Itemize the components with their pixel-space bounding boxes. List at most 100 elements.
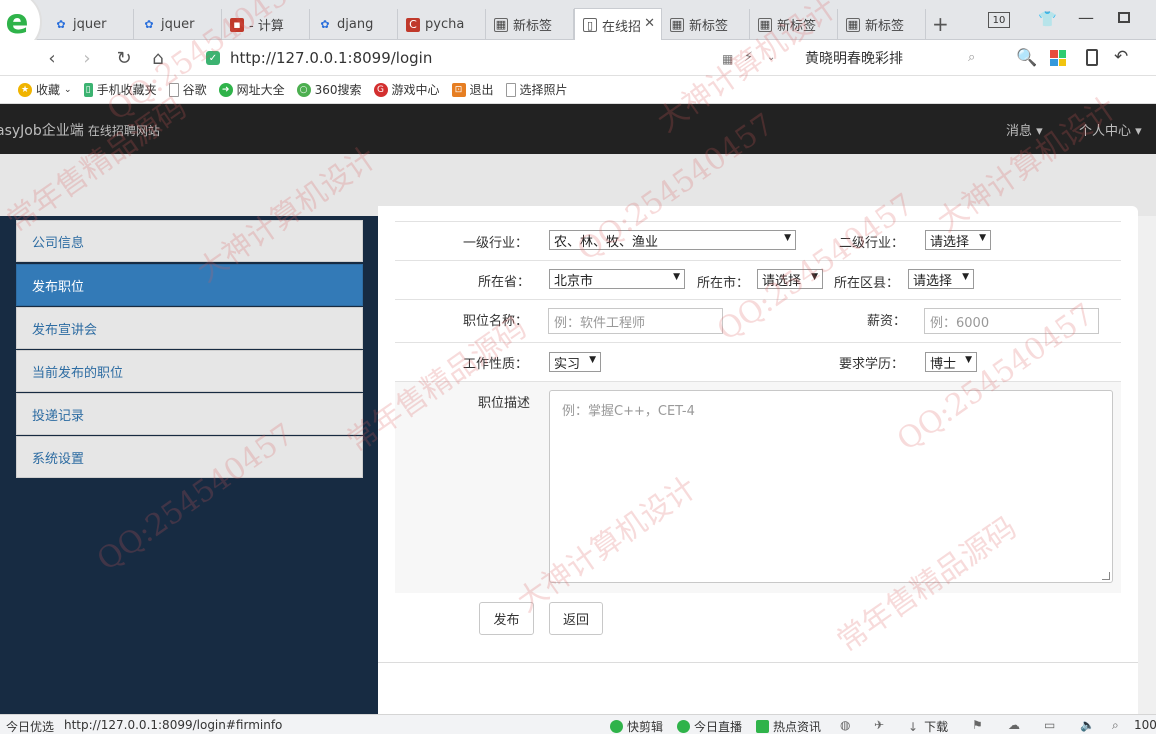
browser-tab[interactable]: ▦ 新标签 — [838, 9, 926, 40]
status-item-news[interactable]: 热点资讯 — [756, 718, 821, 735]
bookmark-item[interactable]: 选择照片 — [505, 81, 568, 98]
messages-menu[interactable]: 消息 ▾ — [1006, 120, 1043, 139]
salary-input[interactable]: 例：6000 — [924, 308, 1099, 334]
back-button[interactable]: 返回 — [549, 602, 603, 635]
province-select[interactable]: 北京市 ▼ — [549, 269, 685, 289]
app-header: asyJob企业端 在线招聘网站 消息 ▾ 个人中心 ▾ — [0, 104, 1156, 154]
browser-tab[interactable]: ▦ 新标签 — [486, 9, 574, 40]
province-label: 所在省： — [478, 275, 531, 290]
star-icon: ★ — [18, 82, 32, 97]
page-icon: ▯ — [583, 18, 597, 32]
flash-icon[interactable]: ⚡ — [744, 50, 753, 65]
bookmark-item[interactable]: ▯ 手机收藏夹 — [83, 81, 157, 98]
status-item-quickcut[interactable]: 快剪辑 — [610, 718, 663, 735]
grid-icon: ▦ — [494, 17, 508, 32]
phone-icon[interactable] — [1086, 49, 1098, 66]
jobname-input[interactable]: 例：软件工程师 — [548, 308, 723, 334]
grid-icon: ▦ — [670, 17, 684, 32]
bookmark-item[interactable]: ○ 360搜索 — [296, 81, 362, 98]
address-bar[interactable]: ✓ http://127.0.0.1:8099/login — [200, 45, 790, 71]
browser-nav-bar: ‹ › ↻ ⌂ ✓ http://127.0.0.1:8099/login ▦ … — [0, 40, 1156, 76]
industry1-value: 农、林、牧、渔业 — [554, 234, 659, 250]
city-label: 所在市： — [697, 276, 750, 291]
sidebar-item-post-job[interactable]: 发布职位 — [16, 264, 363, 306]
industry2-label: 二级行业： — [839, 236, 905, 251]
bookmark-item[interactable]: ★ 收藏 ⌄ — [18, 81, 72, 98]
speaker-icon[interactable]: 🔈 — [1080, 718, 1095, 732]
industry1-select[interactable]: 农、林、牧、渔业 ▼ — [549, 230, 796, 250]
chevron-down-icon[interactable]: ⌄ — [767, 52, 775, 63]
magnifier-icon[interactable]: 🔍 — [1016, 48, 1037, 68]
undo-icon[interactable]: ↶ — [1114, 47, 1128, 67]
desc-label: 职位描述 — [478, 396, 531, 411]
resize-grip-icon[interactable] — [1102, 572, 1110, 580]
status-item-live[interactable]: 今日直播 — [677, 718, 742, 735]
flag-icon[interactable]: ⚑ — [972, 718, 983, 732]
search-icon[interactable]: ⌕ — [968, 50, 975, 65]
sidebar-item-company-info[interactable]: 公司信息 — [16, 220, 363, 262]
forward-icon[interactable]: › — [75, 46, 99, 70]
bookmark-label: 退出 — [469, 83, 494, 97]
zoom-level[interactable]: 100 — [1134, 718, 1156, 732]
panel-top-edge — [378, 206, 1138, 216]
search-input[interactable]: 黄晓明春晚彩排 — [795, 45, 995, 71]
submit-button[interactable]: 发布 — [479, 602, 534, 635]
status-link-url: http://127.0.0.1:8099/login#firminfo — [64, 718, 283, 732]
maximize-icon[interactable] — [1118, 12, 1130, 23]
bookmark-item[interactable]: ⊡ 退出 — [451, 81, 494, 98]
home-icon[interactable]: ⌂ — [146, 46, 170, 70]
city-select[interactable]: 请选择 ▼ — [757, 269, 823, 289]
paw-icon: ✿ — [320, 18, 330, 31]
profile-menu[interactable]: 个人中心 ▾ — [1079, 120, 1142, 139]
nature-value: 实习 — [554, 356, 581, 372]
close-icon[interactable]: ✕ — [644, 16, 655, 31]
back-icon[interactable]: ‹ — [40, 46, 64, 70]
browser-tab[interactable]: ✿ jquer — [46, 9, 134, 40]
browser-tab[interactable]: ▦ 新标签 — [662, 9, 750, 40]
browser-tab[interactable]: ▪ - 计算 — [222, 9, 310, 40]
dropdown-arrow-icon: ▼ — [589, 355, 596, 365]
nature-select[interactable]: 实习 ▼ — [549, 352, 601, 372]
browser-tab[interactable]: ✿ jquer — [134, 9, 222, 40]
sidebar-item-post-seminar[interactable]: 发布宣讲会 — [16, 307, 363, 349]
browser-tab[interactable]: C pycha — [398, 9, 486, 40]
brand[interactable]: asyJob企业端 在线招聘网站 — [0, 120, 160, 140]
status-left-label[interactable]: 今日优选 — [6, 718, 54, 735]
sidebar-item-applications[interactable]: 投递记录 — [16, 393, 363, 435]
city-value: 请选择 — [762, 273, 802, 289]
chevron-down-icon: ⌄ — [64, 84, 72, 95]
tab-count-badge[interactable]: 10 — [988, 12, 1010, 28]
desc-textarea[interactable]: 例：掌握C++，CET-4 — [549, 390, 1113, 583]
rocket-icon[interactable]: ✈ — [874, 718, 884, 732]
brand-name: asyJob企业端 — [0, 123, 84, 139]
bookmark-item[interactable]: ➜ 网址大全 — [218, 81, 285, 98]
sidebar-item-settings[interactable]: 系统设置 — [16, 436, 363, 478]
status-item-download[interactable]: ↓ 下载 — [908, 718, 948, 735]
minimize-icon[interactable]: — — [1078, 8, 1094, 27]
zoom-icon[interactable]: ⌕ — [1112, 718, 1119, 733]
apps-icon[interactable] — [1050, 50, 1066, 66]
bookmark-item[interactable]: 谷歌 — [168, 81, 207, 98]
window-icon[interactable]: ▭ — [1044, 718, 1055, 732]
district-select[interactable]: 请选择 ▼ — [908, 269, 974, 289]
dropdown-arrow-icon: ▼ — [673, 272, 680, 282]
browser-tab-active[interactable]: ▯ 在线招 ✕ — [574, 8, 662, 41]
qr-icon[interactable]: ▦ — [722, 52, 733, 66]
browser-icon[interactable]: ◍ — [840, 718, 850, 732]
education-select[interactable]: 博士 ▼ — [925, 352, 977, 372]
bookmark-item[interactable]: G 游戏中心 — [373, 81, 440, 98]
new-tab-icon[interactable]: + — [932, 12, 949, 36]
sidebar-item-current-jobs[interactable]: 当前发布的职位 — [16, 350, 363, 392]
cloud-icon[interactable]: ☁ — [1008, 718, 1020, 732]
shirt-icon[interactable]: 👕 — [1038, 10, 1057, 28]
browser-tab[interactable]: ✿ djang — [310, 9, 398, 40]
bookmark-label: 游戏中心 — [391, 83, 440, 97]
paw-icon: ✿ — [144, 18, 154, 31]
browser-tab[interactable]: ▦ 新标签 — [750, 9, 838, 40]
reload-icon[interactable]: ↻ — [112, 46, 136, 70]
industry2-select[interactable]: 请选择 ▼ — [925, 230, 991, 250]
scrollbar[interactable] — [1138, 216, 1156, 714]
tab-label: pycha — [425, 17, 465, 32]
c-icon: C — [406, 17, 420, 32]
status-bar: 今日优选 http://127.0.0.1:8099/login#firminf… — [0, 714, 1156, 734]
